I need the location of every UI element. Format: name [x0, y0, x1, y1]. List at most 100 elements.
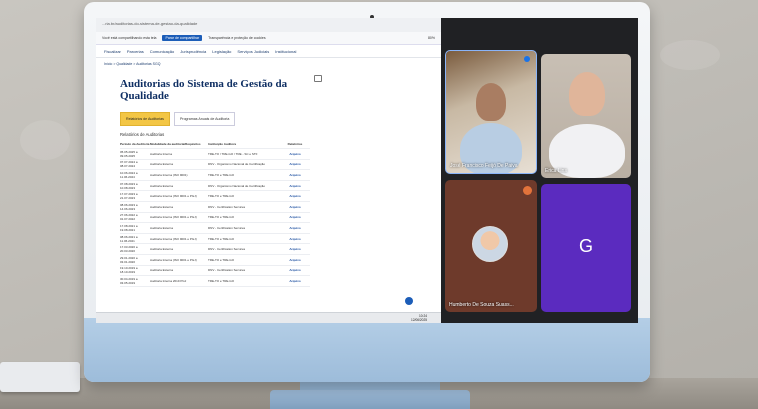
monitor-stand-base [270, 390, 470, 409]
table-cell: DNV - Certification Services [208, 247, 246, 252]
table-cell: 07.07.2024 a 08.07.2024 [120, 160, 138, 169]
table-cell: Auditoria Interna (ISO 9001 e PGJ) [150, 194, 197, 199]
table-cell: TRE-TO e TRE-GO [208, 172, 235, 177]
table-cell: DNV - Organismo Nacional de Certificação [208, 183, 266, 188]
report-link[interactable]: Arquivo [280, 279, 310, 283]
report-link[interactable]: Arquivo [280, 258, 310, 262]
nav-item[interactable]: Institucional [275, 49, 296, 54]
report-link[interactable]: Arquivo [280, 184, 310, 188]
shared-browser-window: ...ria.br/auditorias-do-sistema-de-gesta… [96, 18, 441, 323]
table-cell: Auditoria Externa [150, 268, 174, 273]
report-link[interactable]: Arquivo [280, 237, 310, 241]
header-cell: Período da Auditoria [120, 142, 150, 146]
screen-share-bar: Você está compartilhando esta tela Parar… [96, 32, 441, 45]
table-cell: 17.08.2021 a 19.08.2021 [120, 223, 138, 232]
table-cell: 08.06.2023 a 14.06.2023 [120, 202, 138, 211]
table-row: 08.06.2023 a 14.06.2023 Auditoria Externa… [120, 202, 310, 213]
table-cell: 10.06.2024 a 11.06.2024 [120, 170, 138, 179]
table-cell: TRE-TO e TRE-GO [208, 278, 235, 283]
table-cell: TRE-TO e TRE-GO [208, 215, 235, 220]
table-cell: TRE-TO e TRE-GO [208, 236, 235, 241]
table-cell: 07.08.2023 a 10.08.2023 [120, 181, 138, 190]
report-link[interactable]: Arquivo [280, 247, 310, 251]
table-cell: Auditoria Externa [150, 225, 174, 230]
zoom-level: 80% [427, 36, 435, 40]
table-row: 08.06.2021 a 11.06.2021 Auditoria Interna… [120, 234, 310, 245]
table-row: 10.06.2024 a 11.06.2024 Auditoria Interna… [120, 170, 310, 181]
table-cell: TRE-TO e TRE-GO [208, 257, 235, 262]
table-cell: Auditoria Interna 2019 PGJ [150, 278, 187, 283]
participant-name: Humberto De Souza Suass... [449, 302, 514, 308]
share-info-text: Você está compartilhando esta tela [102, 36, 157, 40]
table-row: 17.07.2023 a 21.07.2023 Auditoria Interna… [120, 191, 310, 202]
participant-tile[interactable]: José Francisco Feijó De Paiva [445, 50, 537, 174]
video-call-panel: José Francisco Feijó De Paiva Erica Lins… [441, 18, 638, 323]
report-link[interactable]: Arquivo [280, 162, 310, 166]
nav-item[interactable]: Comunicação [150, 49, 174, 54]
report-link[interactable]: Arquivo [280, 152, 310, 156]
page-title: Auditorias do Sistema de Gestão da Quali… [120, 78, 288, 102]
participant-video [476, 83, 506, 121]
table-cell: 30.04.2019 a 03.05.2019 [120, 276, 138, 285]
table-cell: Auditoria Externa [150, 204, 174, 209]
table-cell: Auditoria Interna (ISO 9001 e PGJ) [150, 236, 197, 241]
report-link[interactable]: Arquivo [280, 173, 310, 177]
report-link[interactable]: Arquivo [280, 226, 310, 230]
avatar-initial: G [578, 236, 593, 256]
nav-item[interactable]: Fiscalizar [104, 49, 121, 54]
participant-video [569, 72, 605, 116]
taskbar-clock: 10:24 12/06/2025 [411, 314, 427, 322]
table-row: 07.08.2023 a 10.08.2023 Auditoria Externa… [120, 181, 310, 192]
header-cell: Instituição Auditora [208, 142, 237, 146]
table-cell: 29.01.2020 a 03.01.2020 [120, 255, 138, 264]
nav-item[interactable]: Jurisprudência [180, 49, 206, 54]
clock-date: 12/06/2025 [411, 318, 427, 322]
nav-item[interactable]: Parcerias [127, 49, 144, 54]
tab-programas[interactable]: Programas Anuais de Auditoria [173, 112, 236, 126]
nav-item[interactable]: Serviços Judiciais [237, 49, 269, 54]
table-cell: DNV - Certification Services [208, 204, 246, 209]
accessibility-icon[interactable] [405, 297, 413, 305]
wall-texture [20, 120, 70, 160]
url-text: ...ria.br/auditorias-do-sistema-de-gesta… [102, 21, 198, 26]
participant-badge-icon [523, 186, 532, 195]
table-row: 27.06.2022 a 01.07.2022 Auditoria Interna… [120, 213, 310, 224]
tab-relatorios[interactable]: Relatórios de Auditorias [120, 112, 170, 126]
table-cell: 19.10.2019 a 18.10.2019 [120, 266, 138, 275]
tabs: Relatórios de Auditorias Programas Anuai… [120, 112, 316, 126]
table-cell: 17.07.2023 a 21.07.2023 [120, 192, 138, 201]
table-cell: 08.06.2021 a 11.06.2021 [120, 234, 138, 243]
section-title: Relatórios de Auditorias [120, 132, 165, 137]
table-cell: 17.03.2020 a 20.03.2020 [120, 245, 138, 254]
stop-sharing-button[interactable]: Parar de compartilhar [162, 35, 203, 41]
header-cell: Relatórios [287, 142, 303, 146]
nav-item[interactable]: Legislação [212, 49, 231, 54]
table-cell: Auditoria Externa [150, 162, 174, 167]
participant-tile[interactable]: Humberto De Souza Suass... [445, 180, 537, 312]
cookie-link[interactable]: Transparência e proteção de cookies [208, 36, 265, 40]
site-nav: Fiscalizar Parcerias Comunicação Jurispr… [96, 45, 441, 58]
avatar [472, 226, 508, 262]
wall-texture [660, 40, 720, 70]
report-link[interactable]: Arquivo [280, 268, 310, 272]
table-cell: TRE-TO / TRE-GO / TRE - SC e STF [208, 151, 258, 156]
table-cell: Auditoria Interna (ISO 9001 e PGJ) [150, 215, 197, 220]
table-cell: TRE-TO e TRE-GO [208, 194, 235, 199]
table-row: 30.04.2019 a 03.05.2019 Auditoria Interna… [120, 276, 310, 287]
table-cell: DNV - Certification Services [208, 225, 246, 230]
header-cell: Modalidade da auditoria/Requisitos [150, 142, 201, 146]
url-bar[interactable]: ...ria.br/auditorias-do-sistema-de-gesta… [96, 18, 441, 32]
table-cell: 27.06.2022 a 01.07.2022 [120, 213, 138, 222]
taskbar: 10:24 12/06/2025 [96, 312, 441, 323]
breadcrumb: Início > Qualidade > Auditorias SGQ [104, 62, 161, 66]
participant-tile[interactable]: Erica Lins [541, 54, 631, 178]
table-row: 07.07.2024 a 08.07.2024 Auditoria Externa… [120, 160, 310, 171]
report-link[interactable]: Arquivo [280, 194, 310, 198]
report-link[interactable]: Arquivo [280, 215, 310, 219]
table-cell: Auditoria Interna (ISO 9001) [150, 172, 188, 177]
audits-table: Período da Auditoria Modalidade da audit… [120, 140, 310, 287]
table-header: Período da Auditoria Modalidade da audit… [120, 140, 310, 149]
participant-tile[interactable]: G [541, 184, 631, 312]
report-link[interactable]: Arquivo [280, 205, 310, 209]
table-cell: 05.05.2025 a 09.05.2025 [120, 149, 138, 158]
